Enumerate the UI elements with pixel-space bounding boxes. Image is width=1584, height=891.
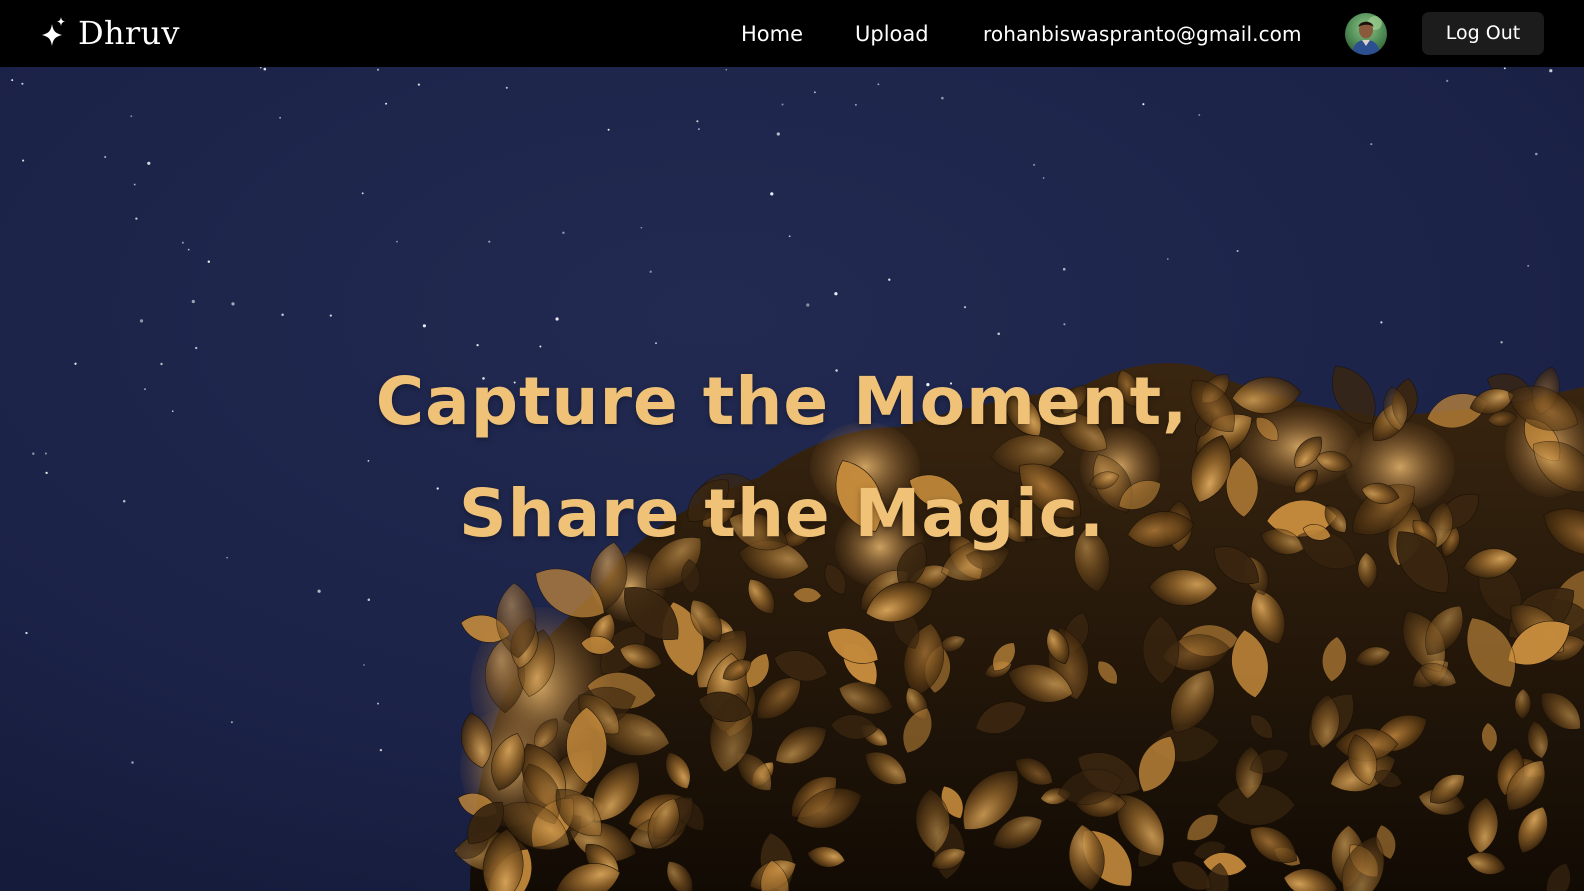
- user-avatar[interactable]: [1345, 13, 1387, 55]
- star: [1063, 323, 1066, 326]
- star: [941, 96, 944, 100]
- star: [263, 67, 267, 71]
- star: [781, 103, 784, 106]
- star: [22, 159, 25, 162]
- star: [788, 235, 791, 238]
- star: [1535, 152, 1538, 156]
- star: [361, 192, 364, 195]
- star: [1500, 341, 1503, 344]
- star: [806, 303, 810, 307]
- star: [181, 241, 184, 244]
- star: [1167, 258, 1169, 260]
- star: [855, 104, 857, 106]
- star: [1042, 177, 1045, 179]
- star: [555, 317, 559, 321]
- nav-upload-link[interactable]: Upload: [855, 18, 929, 50]
- star: [230, 721, 233, 724]
- star: [1380, 321, 1383, 324]
- logout-button[interactable]: Log Out: [1422, 12, 1544, 55]
- star: [1142, 103, 1145, 106]
- star: [281, 313, 284, 317]
- star: [640, 226, 643, 229]
- hero-headline-line2: Share the Magic.: [459, 475, 1105, 552]
- star: [21, 82, 24, 85]
- star: [1236, 249, 1239, 253]
- star: [488, 240, 491, 243]
- star: [32, 452, 35, 455]
- star: [696, 120, 699, 123]
- star: [963, 306, 967, 309]
- star: [139, 319, 144, 323]
- star: [135, 217, 138, 220]
- top-navbar: Dhruv Home Upload rohanbiswaspranto@gmai…: [0, 0, 1584, 67]
- star: [231, 302, 235, 306]
- star: [25, 631, 28, 635]
- star: [44, 452, 47, 455]
- star: [385, 102, 388, 105]
- star: [329, 314, 332, 317]
- star: [655, 342, 657, 344]
- star: [195, 346, 198, 350]
- star: [814, 91, 816, 94]
- star: [226, 556, 228, 559]
- star: [697, 128, 700, 131]
- brand-logo[interactable]: Dhruv: [38, 12, 180, 54]
- star: [133, 183, 136, 186]
- star: [1503, 67, 1506, 70]
- nav-home-link[interactable]: Home: [741, 18, 803, 50]
- star: [279, 116, 281, 119]
- star: [725, 68, 728, 71]
- star: [770, 192, 774, 196]
- star: [834, 292, 838, 296]
- star: [207, 260, 211, 263]
- star: [1370, 143, 1373, 146]
- star: [363, 664, 365, 666]
- star: [1033, 163, 1036, 166]
- star: [888, 278, 891, 281]
- star: [104, 155, 107, 159]
- star: [377, 702, 379, 705]
- star: [1062, 267, 1066, 271]
- star: [539, 345, 542, 348]
- star: [191, 299, 195, 304]
- star: [45, 471, 48, 475]
- star: [877, 83, 880, 86]
- star: [1527, 264, 1530, 267]
- star: [649, 270, 652, 273]
- sparkle-icon: [38, 16, 68, 50]
- star: [131, 761, 134, 764]
- star: [1198, 114, 1201, 116]
- star: [422, 324, 426, 328]
- star: [476, 343, 479, 347]
- star: [1549, 69, 1553, 73]
- star: [317, 589, 321, 593]
- brand-name: Dhruv: [78, 14, 180, 52]
- hero-headline-line1: Capture the Moment,: [375, 363, 1189, 440]
- star: [417, 83, 421, 86]
- star: [776, 132, 780, 136]
- star: [505, 86, 508, 89]
- star: [607, 128, 610, 131]
- star: [997, 332, 1000, 336]
- star: [367, 598, 371, 602]
- star: [376, 68, 380, 71]
- star: [11, 79, 14, 82]
- star: [396, 240, 398, 243]
- hero-section: Capture the Moment, Share the Magic.: [0, 67, 1584, 891]
- user-email: rohanbiswaspranto@gmail.com: [983, 22, 1302, 46]
- star: [379, 748, 383, 752]
- star: [147, 161, 151, 165]
- star: [130, 115, 133, 118]
- star: [367, 460, 370, 462]
- star: [562, 231, 565, 234]
- star: [1446, 79, 1449, 83]
- star: [187, 248, 190, 251]
